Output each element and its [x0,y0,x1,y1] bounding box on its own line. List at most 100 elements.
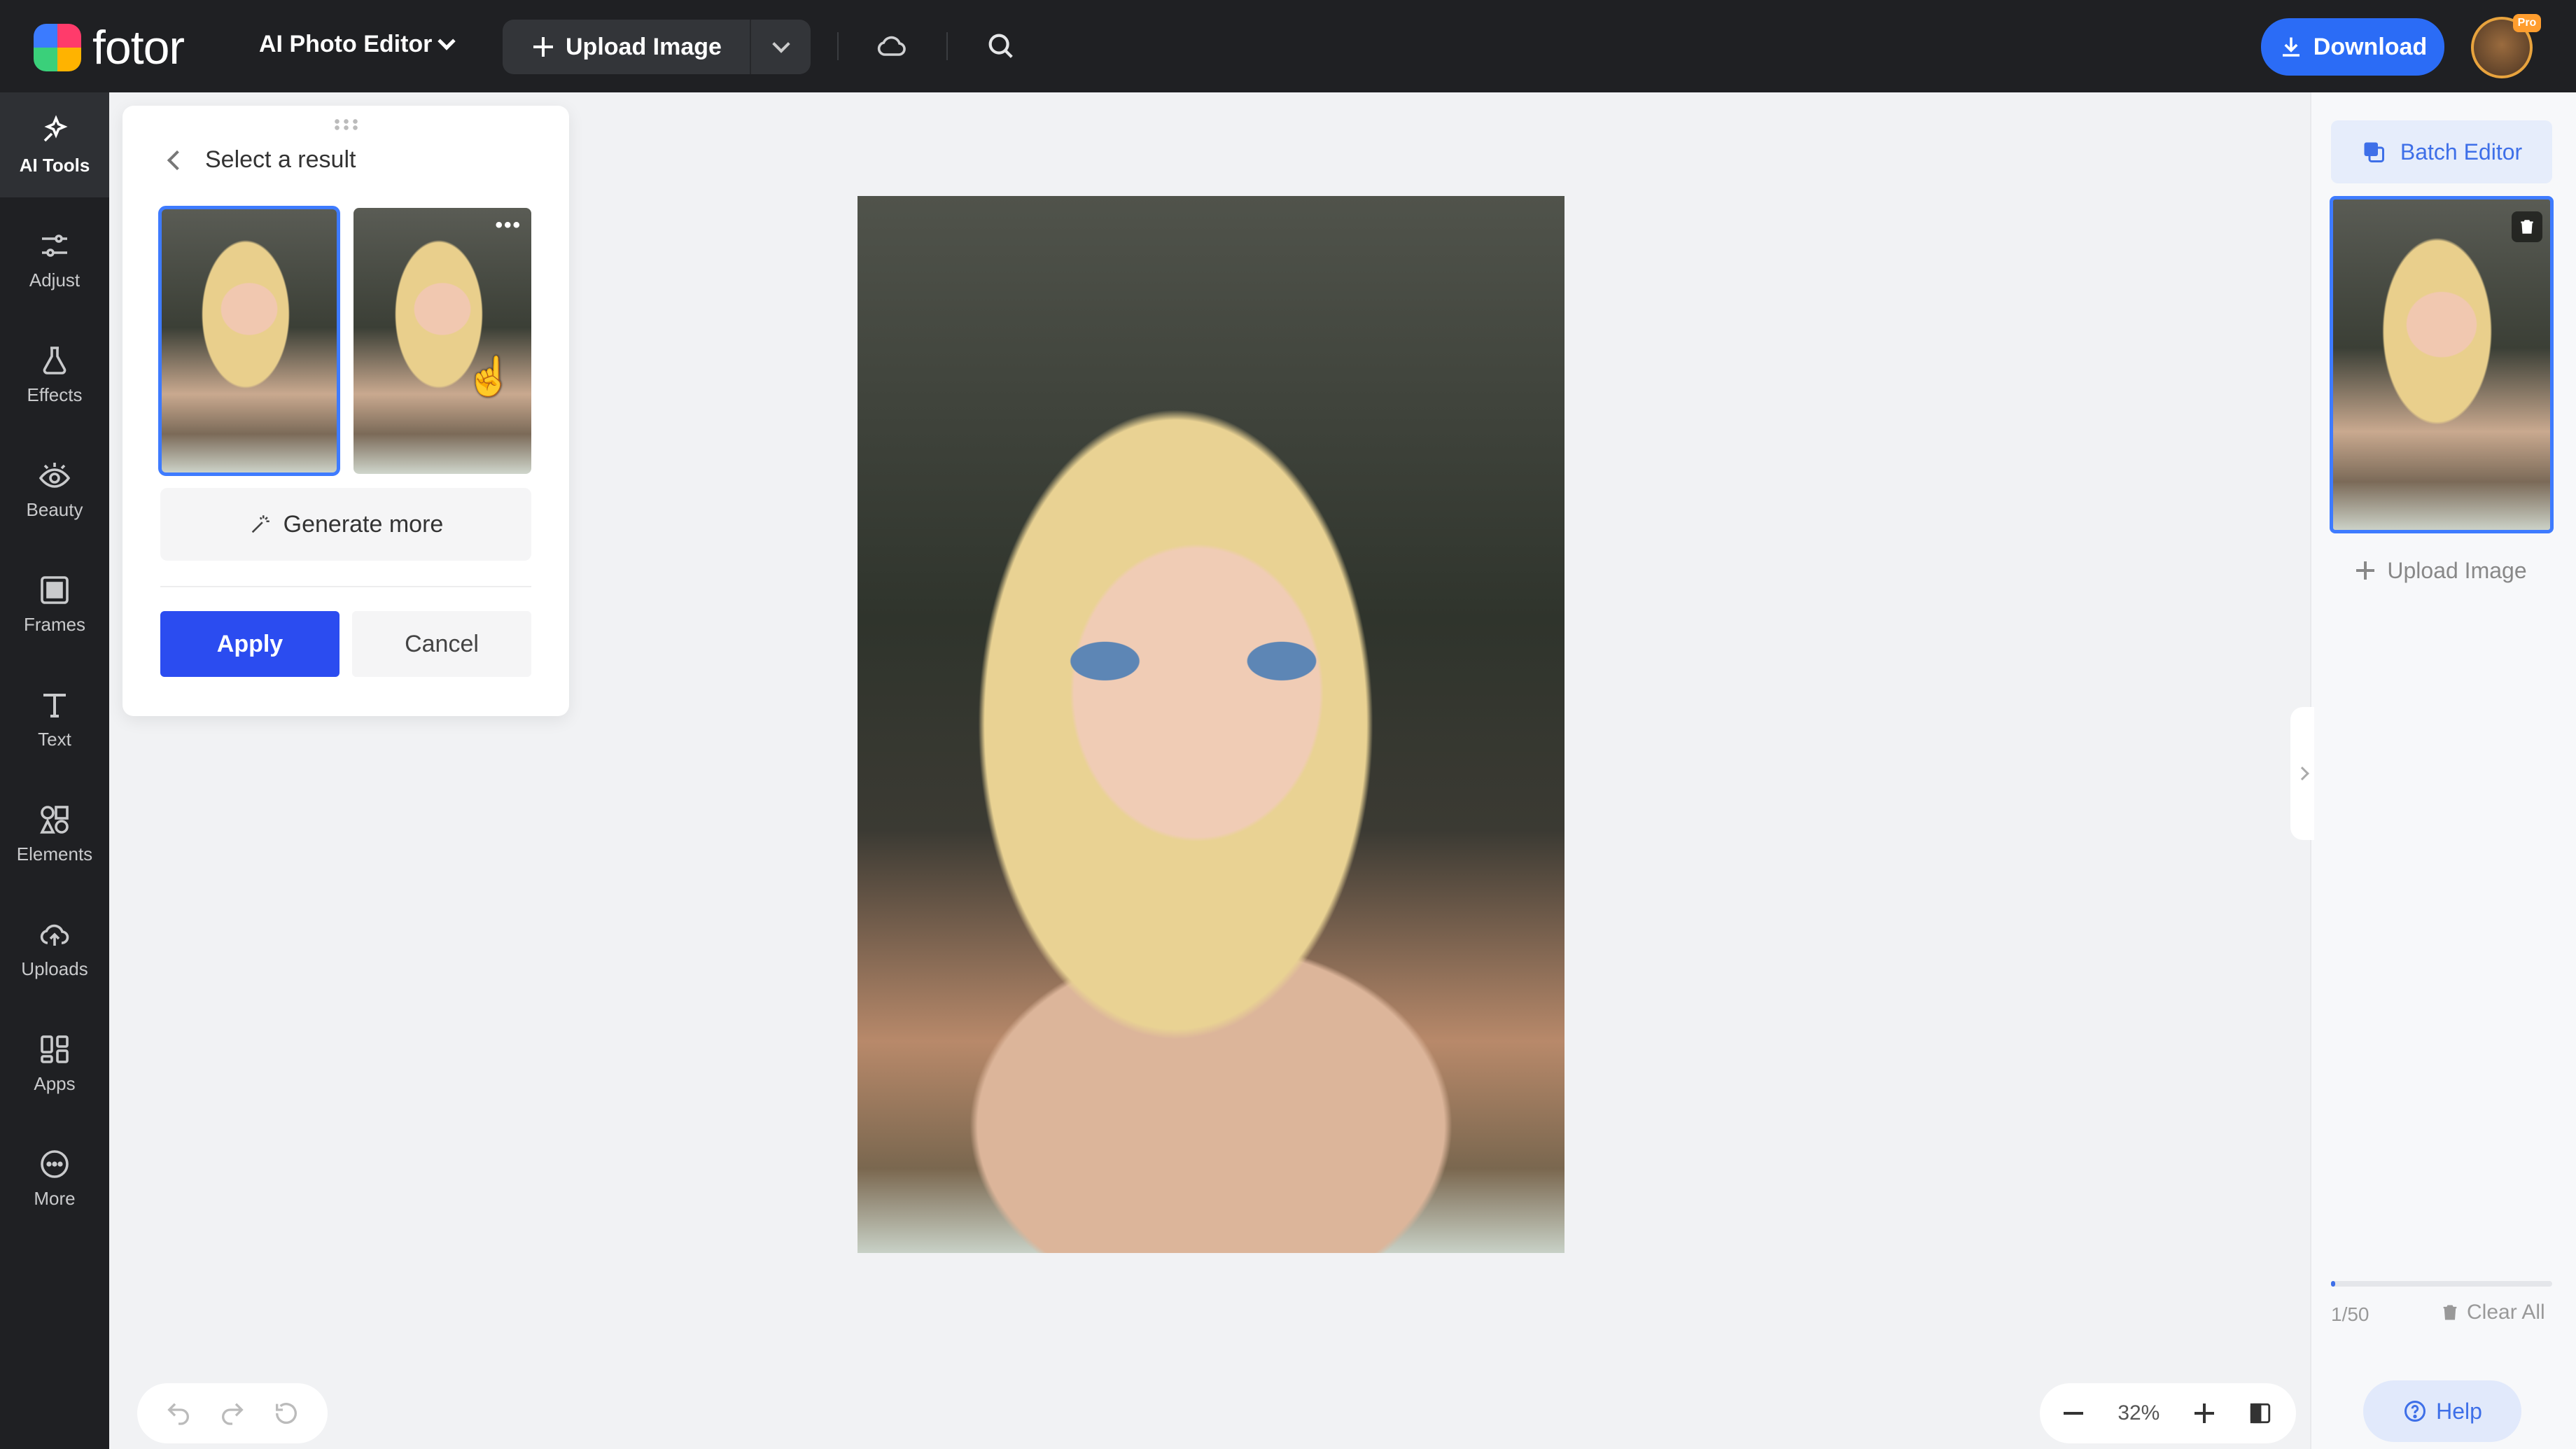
cloud-button[interactable] [872,27,911,66]
help-button[interactable]: Help [2363,1380,2521,1442]
chevron-down-icon [771,35,790,53]
fotor-logo[interactable]: fotor [34,21,185,74]
trash-icon [2521,220,2533,234]
history-controls [137,1383,328,1443]
clear-all-button[interactable]: Clear All [2440,1301,2545,1324]
help-icon [2404,1401,2426,1422]
fotor-logo-icon [34,24,81,71]
upload-dropdown-button[interactable] [751,20,811,74]
sidebar-item-frames[interactable]: Frames [0,552,109,657]
back-chevron-icon[interactable] [167,150,188,170]
batch-editor-icon [2364,142,2384,162]
chevron-right-icon [2295,766,2309,780]
zoom-out-icon[interactable] [2064,1412,2083,1415]
plus-icon [533,37,553,57]
frame-icon [41,575,69,604]
image-count: 1/50 [2331,1303,2370,1325]
editor-menu-label: AI Photo Editor [259,31,433,57]
ai-tools-icon [43,114,68,141]
result-image [160,208,338,474]
sidebar-item-beauty[interactable]: Beauty [0,437,109,542]
apply-button[interactable]: Apply [160,611,340,677]
compare-icon[interactable] [2248,1401,2272,1425]
thumbnail-image [2331,197,2552,532]
search-button[interactable] [981,27,1021,66]
clear-all-label: Clear All [2467,1301,2545,1324]
panel-divider [160,586,531,587]
sidebar-item-label: Frames [23,613,86,635]
sidebar-item-label: More [34,1187,76,1209]
eye-icon [38,462,71,488]
download-button[interactable]: Download [2261,18,2444,76]
delete-image-button[interactable] [2512,211,2542,242]
sidebar-item-adjust[interactable]: Adjust [0,207,109,312]
panel-header: Select a result [167,146,356,174]
help-label: Help [2436,1398,2482,1424]
sidebar-item-label: Adjust [29,269,80,290]
upload-progress-bar [2331,1281,2552,1287]
sidebar-item-label: Apps [34,1072,76,1094]
flask-icon [43,346,66,374]
sidebar-item-elements[interactable]: Elements [0,781,109,886]
cancel-button[interactable]: Cancel [352,611,531,677]
main-photo[interactable] [858,196,1564,1253]
sidebar-item-text[interactable]: Text [0,666,109,771]
left-sidebar: AI Tools Adjust Effects Beauty Frames Te… [0,92,109,1449]
upload-image-label: Upload Image [566,33,722,60]
sidebar-item-uploads[interactable]: Uploads [0,896,109,1001]
generate-more-button[interactable]: Generate more [160,488,531,561]
sidebar-item-more[interactable]: More [0,1126,109,1231]
apps-icon [41,1035,69,1063]
sidebar-item-label: Text [38,728,71,750]
download-label: Download [2313,33,2428,60]
top-bar: fotor AI Photo Editor Upload Image Downl… [0,0,2576,92]
text-icon [43,693,66,718]
zoom-controls: 32% [2040,1383,2296,1443]
collapse-right-panel-button[interactable] [2290,707,2314,840]
download-icon [2282,37,2300,57]
result-thumbnail-2[interactable]: ••• ☝ [354,208,531,474]
sidebar-item-label: Elements [16,843,93,864]
more-options-icon[interactable]: ••• [495,215,522,236]
plus-icon [2356,561,2375,580]
zoom-in-icon[interactable] [2194,1404,2214,1423]
batch-editor-label: Batch Editor [2400,139,2523,164]
redo-icon[interactable] [218,1399,246,1427]
sidebar-item-ai-tools[interactable]: AI Tools [0,92,109,197]
cloud-upload-icon [40,924,69,946]
reset-icon[interactable] [272,1399,300,1427]
editor-menu[interactable]: AI Photo Editor [259,31,456,58]
drag-handle-icon[interactable] [332,118,360,131]
sliders-icon [42,234,67,257]
sidebar-item-effects[interactable]: Effects [0,322,109,427]
sidebar-item-label: Uploads [21,958,88,979]
sidebar-item-apps[interactable]: Apps [0,1011,109,1116]
chevron-down-icon [438,31,456,50]
zoom-level: 32% [2118,1401,2160,1424]
image-thumbnail[interactable] [2330,196,2554,533]
toolbar-divider [946,32,948,60]
result-thumbnail-1[interactable] [158,206,340,476]
sidebar-item-label: Effects [27,384,83,405]
upload-group: Upload Image [503,20,811,74]
upload-image-button[interactable]: Upload Image [503,20,751,74]
sidebar-item-label: Beauty [26,498,83,520]
trash-icon [2443,1305,2457,1320]
more-icon [41,1149,69,1178]
sidebar-item-label: AI Tools [19,154,90,176]
pro-badge: Pro [2513,14,2541,32]
side-upload-image-button[interactable]: Upload Image [2331,546,2552,595]
generate-more-label: Generate more [283,510,444,538]
hand-cursor-icon: ☝ [465,356,513,398]
panel-title: Select a result [205,146,356,173]
shapes-icon [40,805,69,834]
select-result-panel: Select a result ••• ☝ Generate more Appl… [122,106,569,716]
undo-icon[interactable] [164,1399,192,1427]
side-upload-label: Upload Image [2387,557,2527,583]
batch-editor-button[interactable]: Batch Editor [2331,120,2552,183]
result-image [354,208,531,474]
upload-progress-fill [2331,1281,2336,1287]
cloud-icon [877,36,906,56]
toolbar-divider [837,32,839,60]
logo-text: fotor [92,21,185,74]
